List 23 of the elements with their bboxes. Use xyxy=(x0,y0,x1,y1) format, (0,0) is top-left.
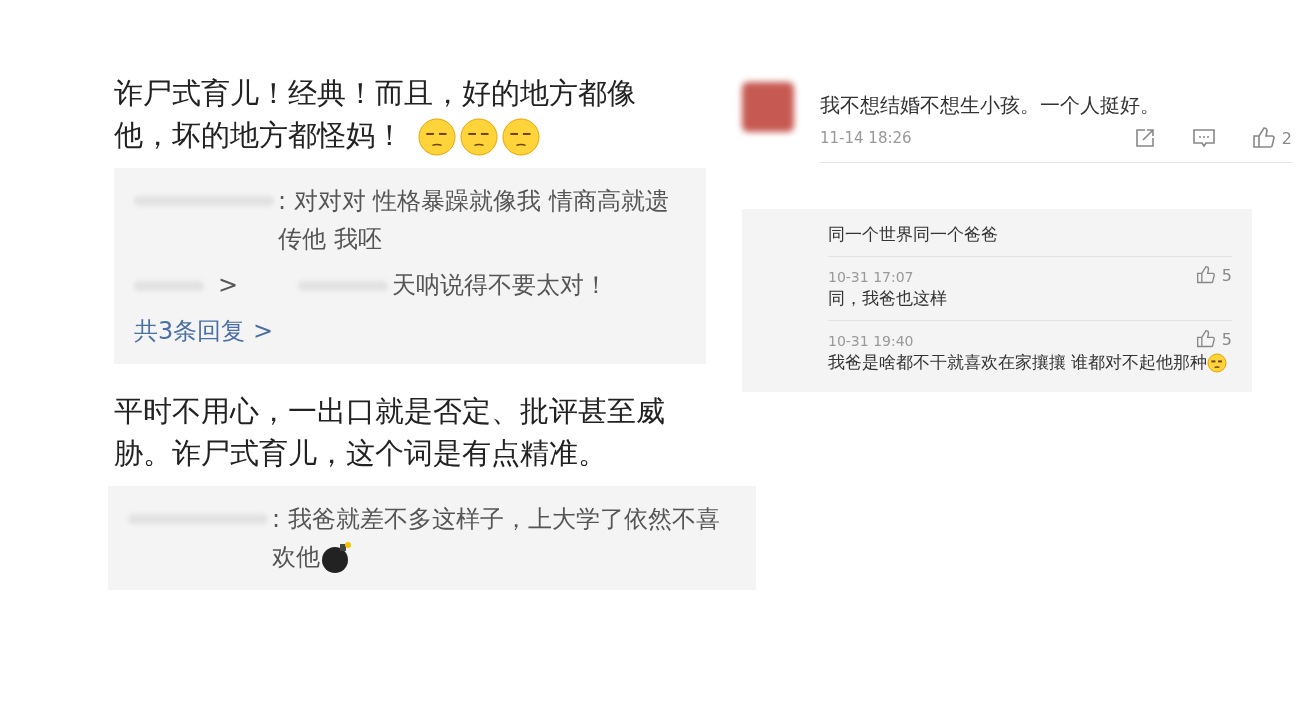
timestamp: 10-31 17:07 xyxy=(828,269,914,285)
comment-icon[interactable] xyxy=(1191,127,1216,149)
comment-text: 诈尸式育儿！经典！而且，好的地方都像他，坏的地方都怪妈！ xyxy=(114,72,674,156)
reply-text: 同一个世界同一个爸爸 xyxy=(828,223,999,246)
like-count: 2 xyxy=(1281,128,1292,148)
reply-text: : 对对对 性格暴躁就像我 情商高就遗传他 我呸 xyxy=(278,186,670,255)
thumbs-up-icon[interactable] xyxy=(1251,126,1276,150)
like-count: 5 xyxy=(1221,329,1232,349)
comment-text: 我不想结婚不想生小孩。一个人挺好。 xyxy=(820,92,1161,119)
like-count: 5 xyxy=(1221,265,1232,285)
reply-text: 天呐说得不要太对！ xyxy=(392,271,609,299)
share-icon[interactable] xyxy=(1133,127,1156,149)
more-replies-link[interactable]: 共3条回复 > xyxy=(134,312,273,350)
timestamp: 10-31 19:40 xyxy=(828,333,914,349)
reply-text: : 我爸就差不多这样子，上大学了依然不喜欢他 xyxy=(272,500,736,576)
avatar-placeholder xyxy=(742,82,794,132)
arrow-text: > xyxy=(218,271,239,299)
reply-text: 我爸是啥都不干就喜欢在家攘攘 谁都对不起他那种 xyxy=(828,349,1232,376)
comment-text: 平时不用心，一出口就是否定、批评甚至威胁。诈尸式育儿，这个词是有点精准。 xyxy=(114,393,666,472)
thumbs-up-icon[interactable] xyxy=(1195,329,1216,349)
thumbs-up-icon[interactable] xyxy=(1195,265,1216,285)
timestamp: 11-14 18:26 xyxy=(820,129,912,147)
reply-text: 同，我爸也这样 xyxy=(828,287,948,310)
